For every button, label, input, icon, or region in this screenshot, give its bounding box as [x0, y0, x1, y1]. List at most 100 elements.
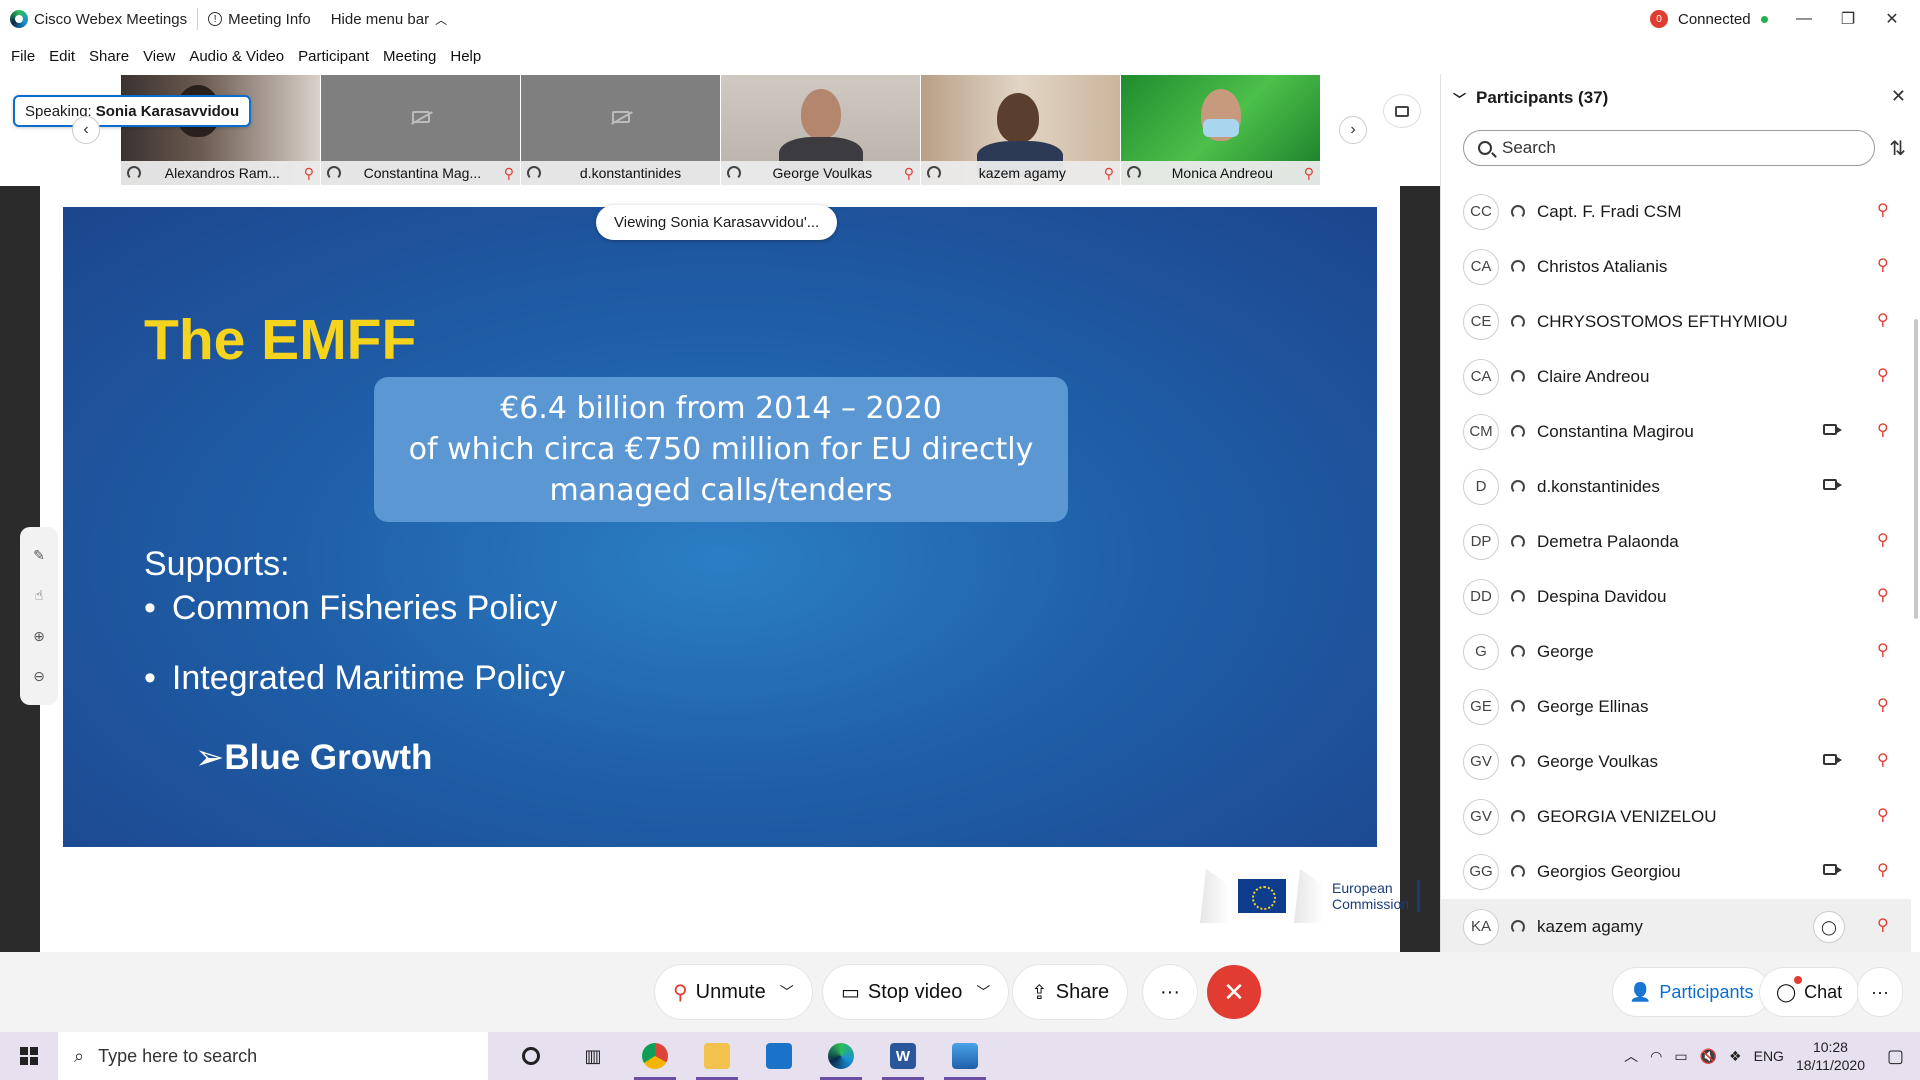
chevron-up-icon[interactable]: ︿ — [1624, 1046, 1638, 1066]
video-tile[interactable]: d.konstantinides — [521, 75, 720, 185]
hide-menu-bar-button[interactable]: Hide menu bar ︿ — [321, 0, 457, 38]
muted-mic-icon[interactable]: ⚲ — [1877, 805, 1889, 825]
participant-search-input[interactable]: Search — [1463, 130, 1875, 166]
dropbox-icon[interactable]: ❖ — [1729, 1048, 1742, 1065]
file-explorer-icon[interactable] — [686, 1032, 748, 1080]
zoom-in-icon[interactable]: ⊕ — [33, 628, 45, 645]
audio-icon — [1511, 534, 1525, 549]
more-options-button[interactable]: ··· — [1143, 965, 1197, 1019]
participant-row[interactable]: GG Georgios Georgiou ⚲ — [1441, 844, 1911, 899]
menu-edit[interactable]: Edit — [42, 48, 82, 65]
menu-view[interactable]: View — [136, 48, 182, 65]
menu-help[interactable]: Help — [443, 48, 488, 65]
menu-share[interactable]: Share — [82, 48, 136, 65]
chat-bubble-icon[interactable]: ◯ — [1813, 911, 1845, 943]
supports-heading: Supports: — [144, 545, 290, 583]
menu-audio-video[interactable]: Audio & Video — [182, 48, 291, 65]
layout-toggle-button[interactable] — [1383, 94, 1421, 128]
muted-mic-icon[interactable]: ⚲ — [1877, 695, 1889, 715]
connection-status[interactable]: 0 Connected — [1650, 0, 1768, 38]
participant-row[interactable]: CM Constantina Magirou ⚲ — [1441, 404, 1911, 459]
clock[interactable]: 10:28 18/11/2020 — [1796, 1038, 1865, 1074]
pointer-icon[interactable]: ☝ — [35, 587, 44, 604]
cortana-icon[interactable] — [500, 1032, 562, 1080]
participant-row[interactable]: CC Capt. F. Fradi CSM ⚲ — [1441, 184, 1911, 239]
participant-row[interactable]: GV GEORGIA VENIZELOU ⚲ — [1441, 789, 1911, 844]
panel-header[interactable]: ﹀ Participants (37) — [1453, 88, 1608, 108]
close-icon[interactable]: ✕ — [1870, 0, 1914, 38]
close-panel-icon[interactable]: ✕ — [1891, 86, 1906, 107]
tile-name-bar: d.konstantinides — [521, 161, 720, 185]
muted-mic-icon[interactable]: ⚲ — [1877, 200, 1889, 220]
menu-meeting[interactable]: Meeting — [376, 48, 443, 65]
participant-row[interactable]: G George ⚲ — [1441, 624, 1911, 679]
muted-mic-icon[interactable]: ⚲ — [1877, 530, 1889, 550]
participant-row[interactable]: CA Claire Andreou ⚲ — [1441, 349, 1911, 404]
menu-participant[interactable]: Participant — [291, 48, 376, 65]
share-button[interactable]: ⇪ Share — [1013, 965, 1128, 1019]
task-view-icon[interactable]: ▥ — [562, 1032, 624, 1080]
participant-row[interactable]: DP Demetra Palaonda ⚲ — [1441, 514, 1911, 569]
participant-name: Claire Andreou — [1537, 366, 1650, 386]
muted-mic-icon[interactable]: ⚲ — [1877, 915, 1889, 935]
video-tile[interactable]: Monica Andreou ⚲ — [1121, 75, 1320, 185]
volume-muted-icon[interactable]: 🔇 — [1700, 1048, 1717, 1065]
video-tile[interactable]: Constantina Mag... ⚲ — [321, 75, 520, 185]
taskbar-search-input[interactable]: ⌕ Type here to search — [58, 1032, 488, 1080]
webex-taskbar-icon[interactable] — [810, 1032, 872, 1080]
muted-mic-icon[interactable]: ⚲ — [1877, 310, 1889, 330]
participant-row[interactable]: CA Christos Atalianis ⚲ — [1441, 239, 1911, 294]
participant-row[interactable]: DD Despina Davidou ⚲ — [1441, 569, 1911, 624]
video-tile[interactable]: George Voulkas ⚲ — [721, 75, 920, 185]
video-tile[interactable]: Alexandros Ram... ⚲ — [121, 75, 320, 185]
photos-icon[interactable] — [934, 1032, 996, 1080]
participants-toggle-button[interactable]: 👤 Participants — [1613, 968, 1770, 1016]
connection-label: Connected — [1678, 10, 1751, 28]
word-icon[interactable]: W — [872, 1032, 934, 1080]
end-meeting-button[interactable]: ✕ — [1207, 965, 1261, 1019]
notifications-icon[interactable]: ▢ — [1887, 1046, 1904, 1067]
start-button[interactable] — [0, 1032, 58, 1080]
mail-icon[interactable] — [748, 1032, 810, 1080]
panel-scrollbar[interactable] — [1914, 319, 1918, 619]
muted-mic-icon[interactable]: ⚲ — [1877, 365, 1889, 385]
viewing-indicator[interactable]: Viewing Sonia Karasavvidou'... — [596, 205, 838, 240]
muted-mic-icon[interactable]: ⚲ — [1877, 420, 1889, 440]
participant-row[interactable]: GE George Ellinas ⚲ — [1441, 679, 1911, 734]
chevron-down-icon[interactable]: ﹀ — [780, 982, 794, 1002]
minimize-icon[interactable]: — — [1782, 0, 1826, 38]
participant-row[interactable]: GV George Voulkas ⚲ — [1441, 734, 1911, 789]
filmstrip-next-button[interactable]: › — [1339, 116, 1367, 144]
annotate-pen-icon[interactable]: ✎ — [33, 547, 45, 564]
participant-row[interactable]: KA kazem agamy ◯ ⚲ — [1441, 899, 1911, 954]
muted-mic-icon[interactable]: ⚲ — [1877, 640, 1889, 660]
unmute-button[interactable]: ⚲ Unmute ﹀ — [655, 965, 812, 1019]
sub-bullet-text: Blue Growth — [224, 738, 433, 777]
chat-toggle-button[interactable]: ◯ Chat — [1760, 968, 1859, 1016]
language-indicator[interactable]: ENG — [1754, 1048, 1784, 1064]
share-label: Share — [1055, 980, 1110, 1003]
panel-more-button[interactable]: ··· — [1858, 968, 1902, 1016]
avatar: GV — [1463, 743, 1499, 780]
audio-icon — [1511, 479, 1525, 494]
meeting-info-button[interactable]: ! Meeting Info — [198, 0, 321, 38]
muted-mic-icon[interactable]: ⚲ — [1877, 860, 1889, 880]
sort-icon[interactable]: ⇅ — [1889, 136, 1906, 161]
battery-icon[interactable]: ▭ — [1674, 1048, 1687, 1065]
participant-row[interactable]: D d.konstantinides — [1441, 459, 1911, 514]
audio-icon — [1511, 754, 1525, 769]
wifi-icon[interactable]: ◠ — [1650, 1048, 1662, 1065]
video-tile[interactable]: kazem agamy ⚲ — [921, 75, 1120, 185]
filmstrip-prev-button[interactable]: ‹ — [72, 116, 100, 144]
muted-mic-icon[interactable]: ⚲ — [1877, 255, 1889, 275]
meeting-info-label: Meeting Info — [228, 10, 311, 28]
stop-video-button[interactable]: ▭ Stop video ﹀ — [823, 965, 1009, 1019]
menu-file[interactable]: File — [4, 48, 42, 65]
zoom-out-icon[interactable]: ⊖ — [33, 668, 45, 685]
muted-mic-icon[interactable]: ⚲ — [1877, 585, 1889, 605]
chevron-down-icon[interactable]: ﹀ — [976, 982, 990, 1002]
muted-mic-icon[interactable]: ⚲ — [1877, 750, 1889, 770]
restore-icon[interactable]: ❐ — [1826, 0, 1870, 38]
participant-row[interactable]: CE CHRYSOSTOMOS EFTHYMIOU ⚲ — [1441, 294, 1911, 349]
chrome-icon[interactable] — [624, 1032, 686, 1080]
